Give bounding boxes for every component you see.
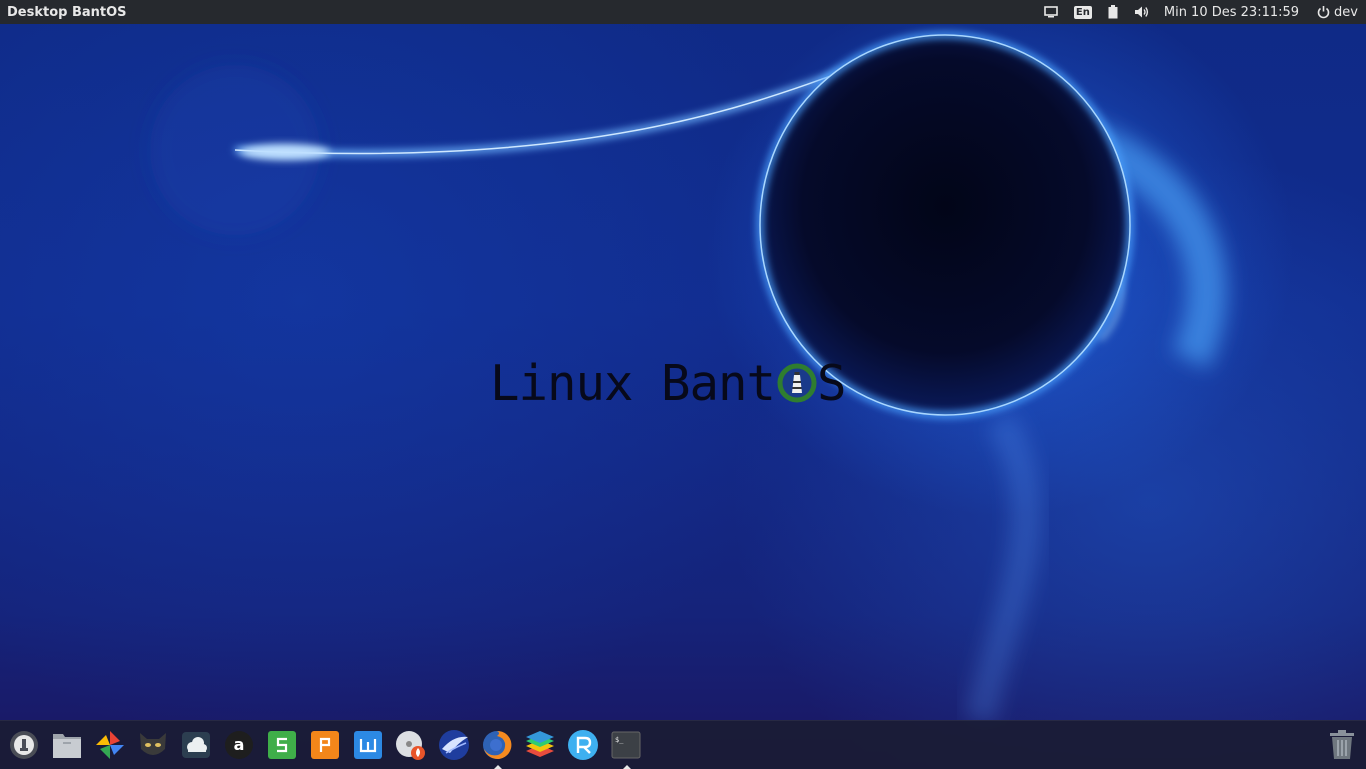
firefox-icon[interactable]: [481, 729, 513, 769]
logo-text-after: S: [817, 354, 846, 412]
cat-app-icon[interactable]: [137, 729, 169, 761]
battery-icon[interactable]: [1100, 0, 1126, 24]
user-name: dev: [1334, 4, 1358, 20]
keyboard-language-indicator[interactable]: En: [1066, 0, 1100, 24]
logo-text-before: Linux Bant: [490, 354, 776, 412]
r-app-icon[interactable]: [567, 729, 599, 761]
photos-icon[interactable]: [94, 729, 126, 761]
session-menu[interactable]: dev: [1309, 0, 1358, 24]
trash-icon[interactable]: [1326, 729, 1358, 761]
lighthouse-logo-icon: [777, 361, 817, 405]
spreadsheet-icon[interactable]: [266, 729, 298, 761]
svg-text:a: a: [234, 735, 245, 754]
panel-indicators: En Min 10 Des 23:11:59 dev: [1036, 0, 1366, 24]
volume-icon[interactable]: [1126, 0, 1158, 24]
running-indicator: [494, 765, 502, 769]
writer-icon[interactable]: [352, 729, 384, 761]
power-icon: [1317, 5, 1330, 19]
presentation-icon[interactable]: [309, 729, 341, 761]
clock[interactable]: Min 10 Des 23:11:59: [1158, 5, 1309, 20]
display-icon[interactable]: [1036, 0, 1066, 24]
files-icon[interactable]: [51, 729, 83, 761]
language-badge: En: [1073, 5, 1092, 19]
terminal-icon[interactable]: $_: [610, 729, 642, 769]
dock: a $_: [0, 720, 1366, 769]
desktop-logo: Linux Bant S: [490, 354, 850, 412]
bird-browser-icon[interactable]: [438, 729, 470, 761]
panel-title: Desktop BantOS: [7, 4, 127, 20]
top-panel: Desktop BantOS En Min 10 Des 23:11:59 de…: [0, 0, 1366, 24]
layers-icon[interactable]: [524, 729, 556, 761]
launcher-icon[interactable]: [8, 729, 40, 761]
running-indicator: [623, 765, 631, 769]
cloud-icon[interactable]: [180, 729, 212, 761]
disc-burner-icon[interactable]: [395, 729, 427, 761]
a-app-icon[interactable]: a: [223, 729, 255, 761]
svg-text:$_: $_: [615, 736, 624, 744]
